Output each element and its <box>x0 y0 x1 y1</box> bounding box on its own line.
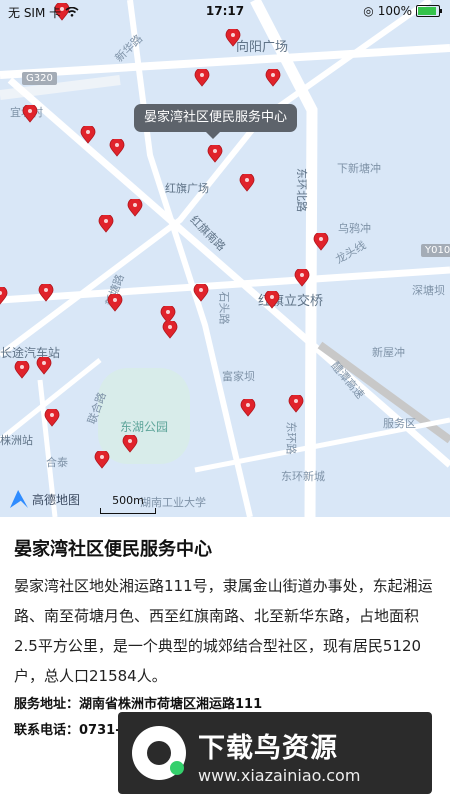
map-marker-icon[interactable] <box>98 213 114 233</box>
map-label: 乌鸦冲 <box>338 222 371 235</box>
address-value: 湖南省株洲市荷塘区湘运路111 <box>79 697 263 712</box>
watermark-url: www.xiazainiao.com <box>198 766 361 785</box>
map-marker-icon[interactable] <box>265 67 281 87</box>
map-marker-icon[interactable] <box>264 289 280 309</box>
battery-icon <box>416 5 442 17</box>
map-marker-icon[interactable] <box>122 433 138 453</box>
map-label: 红旗广场 <box>165 182 209 195</box>
status-bar: 无 SIM 卡 17:17 ◎ 100% <box>0 0 450 24</box>
phone-label: 联系电话： <box>14 723 80 738</box>
scale-bar: 500m <box>100 494 156 514</box>
map-marker-icon[interactable] <box>194 67 210 87</box>
phone-row: 联系电话：0731- <box>14 719 121 738</box>
map-marker-icon[interactable] <box>107 292 123 312</box>
map-label: 新屋冲 <box>372 346 405 359</box>
road-tag: G320 <box>22 72 57 85</box>
map-label: 东环路 <box>284 421 298 455</box>
map-marker-icon[interactable] <box>225 27 241 47</box>
road-network <box>0 0 450 517</box>
address-row: 服务地址：湖南省株洲市荷塘区湘运路111 <box>14 693 262 712</box>
watermark-title: 下载鸟资源 <box>198 733 338 764</box>
map-marker-icon[interactable] <box>22 103 38 123</box>
map-marker-icon[interactable] <box>127 197 143 217</box>
map-label: 石头路 <box>217 291 231 325</box>
map-marker-icon[interactable] <box>239 172 255 192</box>
map-marker-icon[interactable] <box>193 282 209 302</box>
amap-logo-text: 高德地图 <box>32 492 81 507</box>
map-label: 东湖公园 <box>120 420 169 434</box>
orientation-lock-icon: ◎ <box>363 4 374 18</box>
map-marker-icon[interactable] <box>38 282 54 302</box>
map-marker-icon[interactable] <box>0 285 8 305</box>
detail-title: 晏家湾社区便民服务中心 <box>14 539 212 560</box>
map-tooltip[interactable]: 晏家湾社区便民服务中心 <box>134 104 298 139</box>
map-label: 下新塘冲 <box>337 162 381 175</box>
map-marker-icon[interactable] <box>207 143 223 163</box>
bird-logo-icon <box>132 726 186 780</box>
phone-value[interactable]: 0731- <box>79 723 121 738</box>
map-view[interactable]: 新华路 向阳广场 下新塘冲 红旗广场 红旗南路 东环北路 乌鸦冲 龙头线 新塘路… <box>0 0 450 517</box>
map-marker-icon[interactable] <box>162 319 178 339</box>
map-marker-icon[interactable] <box>109 137 125 157</box>
map-marker-icon[interactable] <box>313 231 329 251</box>
map-marker-icon[interactable] <box>36 355 52 375</box>
watermark-banner: 下载鸟资源 www.xiazainiao.com <box>118 712 432 794</box>
map-marker-icon[interactable] <box>80 124 96 144</box>
map-label: 株洲站 <box>0 434 33 447</box>
battery-percent: 100% <box>377 4 412 18</box>
map-marker-icon[interactable] <box>294 267 310 287</box>
address-label: 服务地址： <box>14 697 80 712</box>
map-label: 富家坝 <box>222 370 255 383</box>
detail-description: 晏家湾社区地处湘运路111号，隶属金山街道办事处，东起湘运路、南至荷塘月色、西至… <box>14 577 433 685</box>
map-marker-icon[interactable] <box>44 407 60 427</box>
map-marker-icon[interactable] <box>240 397 256 417</box>
map-marker-icon[interactable] <box>14 359 30 379</box>
map-label: 东环新城 <box>281 470 325 483</box>
map-label: 合泰 <box>46 456 68 469</box>
map-marker-icon[interactable] <box>94 449 110 469</box>
map-label: 向阳广场 <box>236 40 289 55</box>
map-label: 东环北路 <box>295 168 308 212</box>
status-right: ◎ 100% <box>363 4 442 18</box>
map-label: 深塘坝 <box>412 284 445 297</box>
map-label: 服务区 <box>383 417 416 430</box>
amap-logo: 高德地图 <box>10 490 80 508</box>
amap-logo-icon <box>10 490 28 508</box>
map-marker-icon[interactable] <box>288 393 304 413</box>
road-tag: Y010 <box>421 244 450 257</box>
